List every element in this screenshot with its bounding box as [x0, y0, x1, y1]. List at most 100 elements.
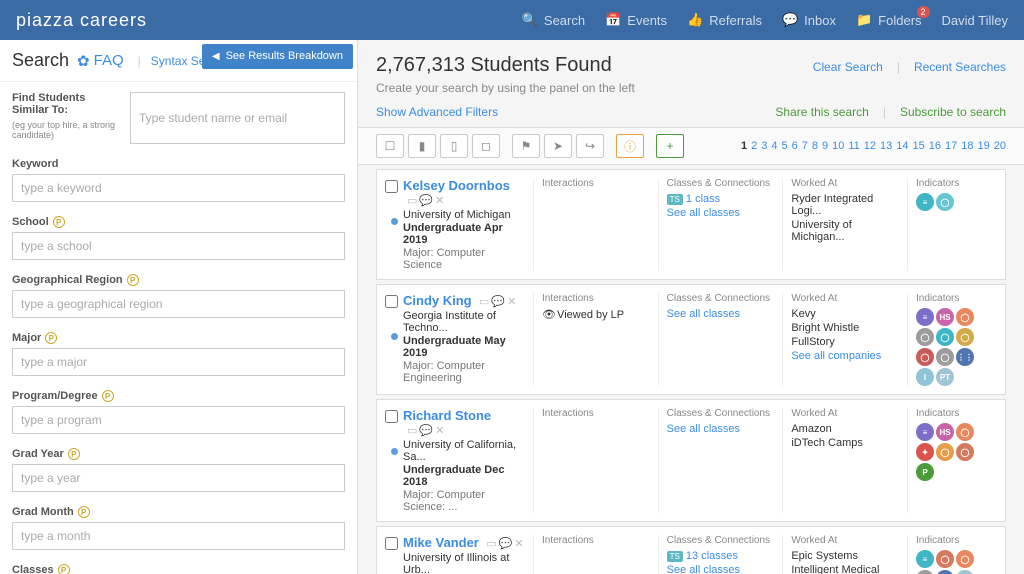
indicator-badge[interactable]: ≡	[916, 550, 934, 568]
chat-icon[interactable]: 💬	[499, 537, 513, 550]
user-menu[interactable]: David Tilley	[942, 13, 1008, 28]
close-icon[interactable]: ✕	[435, 424, 444, 437]
nav-events[interactable]: 📅Events	[605, 12, 667, 28]
document-tool-icon[interactable]: ▯	[440, 134, 468, 158]
chat-icon[interactable]: 💬	[491, 295, 505, 308]
note-icon[interactable]: ▭	[486, 537, 496, 550]
row-checkbox[interactable]	[385, 295, 398, 308]
filter-input-keyword[interactable]	[12, 174, 345, 202]
filter-input-grad-year[interactable]	[12, 464, 345, 492]
page-4[interactable]: 4	[771, 140, 777, 152]
see-all-classes-link[interactable]: See all classes	[667, 564, 775, 574]
note-icon[interactable]: ▭	[479, 295, 489, 308]
chat-icon[interactable]: 💬	[419, 194, 433, 207]
indicator-badge[interactable]: HS	[936, 308, 954, 326]
indicator-badge[interactable]: ⋮⋮	[936, 570, 954, 574]
indicator-badge[interactable]: ◯	[956, 308, 974, 326]
student-name-link[interactable]: Cindy King	[403, 293, 472, 308]
nav-inbox[interactable]: 💬Inbox	[782, 12, 836, 28]
indicator-badge[interactable]: ◯	[936, 348, 954, 366]
indicator-badge[interactable]: ◯	[936, 550, 954, 568]
page-13[interactable]: 13	[880, 140, 892, 152]
indicator-badge[interactable]: PT	[956, 570, 974, 574]
indicator-badge[interactable]: ◯	[956, 423, 974, 441]
see-all-companies-link[interactable]: See all companies	[791, 350, 899, 362]
page-9[interactable]: 9	[822, 140, 828, 152]
select-all-checkbox[interactable]: ☐	[376, 134, 404, 158]
indicator-badge[interactable]: HS	[936, 423, 954, 441]
indicator-badge[interactable]: ◯	[916, 570, 934, 574]
close-icon[interactable]: ✕	[514, 537, 523, 550]
send-tool-icon[interactable]: ➤	[544, 134, 572, 158]
student-name-link[interactable]: Kelsey Doornbos	[403, 178, 510, 193]
student-name-link[interactable]: Mike Vander	[403, 535, 479, 550]
page-7[interactable]: 7	[802, 140, 808, 152]
indicator-badge[interactable]: ◯	[916, 328, 934, 346]
indicator-badge[interactable]: ◯	[956, 443, 974, 461]
subscribe-search-link[interactable]: Subscribe to search	[900, 105, 1006, 119]
indicator-badge[interactable]: ◯	[936, 443, 954, 461]
see-all-classes-link[interactable]: See all classes	[667, 423, 775, 435]
page-6[interactable]: 6	[792, 140, 798, 152]
page-19[interactable]: 19	[978, 140, 990, 152]
page-10[interactable]: 10	[832, 140, 844, 152]
indicator-badge[interactable]: ≡	[916, 308, 934, 326]
class-count-link[interactable]: 1 class	[686, 193, 720, 205]
close-icon[interactable]: ✕	[435, 194, 444, 207]
page-2[interactable]: 2	[751, 140, 757, 152]
nav-folders[interactable]: 📁Folders2	[856, 12, 922, 28]
nav-search[interactable]: 🔍Search	[522, 12, 585, 28]
filter-input-grad-month[interactable]	[12, 522, 345, 550]
page-15[interactable]: 15	[913, 140, 925, 152]
page-8[interactable]: 8	[812, 140, 818, 152]
indicator-badge[interactable]: ✦	[916, 443, 934, 461]
folder-tool-icon[interactable]: ▮	[408, 134, 436, 158]
bookmark-tool-icon[interactable]: ◻	[472, 134, 500, 158]
row-checkbox[interactable]	[385, 180, 398, 193]
filter-input-program-degree[interactable]	[12, 406, 345, 434]
share-tool-icon[interactable]: ↪	[576, 134, 604, 158]
page-14[interactable]: 14	[896, 140, 908, 152]
indicator-badge[interactable]: ◯	[956, 550, 974, 568]
chat-icon[interactable]: 💬	[419, 424, 433, 437]
nav-referrals[interactable]: 👍Referrals	[687, 12, 762, 28]
flag-tool-icon[interactable]: ⚑	[512, 134, 540, 158]
share-search-link[interactable]: Share this search	[775, 105, 868, 119]
page-12[interactable]: 12	[864, 140, 876, 152]
filter-input-major[interactable]	[12, 348, 345, 376]
page-17[interactable]: 17	[945, 140, 957, 152]
indicator-badge[interactable]: I	[916, 368, 934, 386]
indicator-badge[interactable]: ◯	[956, 328, 974, 346]
student-name-link[interactable]: Richard Stone	[403, 408, 491, 423]
see-results-breakdown-button[interactable]: See Results Breakdown	[202, 44, 353, 69]
recent-searches-link[interactable]: Recent Searches	[914, 60, 1006, 74]
page-18[interactable]: 18	[961, 140, 973, 152]
indicator-badge[interactable]: PT	[936, 368, 954, 386]
indicator-badge[interactable]: P	[916, 463, 934, 481]
page-16[interactable]: 16	[929, 140, 941, 152]
info-tool-icon[interactable]: ⓘ	[616, 134, 644, 158]
advanced-filters-link[interactable]: Show Advanced Filters	[376, 105, 498, 119]
clear-search-link[interactable]: Clear Search	[813, 60, 883, 74]
faq-link[interactable]: ✿ FAQ	[77, 52, 124, 70]
filter-input-geographical-region[interactable]	[12, 290, 345, 318]
page-5[interactable]: 5	[781, 140, 787, 152]
filter-input-school[interactable]	[12, 232, 345, 260]
note-icon[interactable]: ▭	[407, 424, 417, 437]
indicator-badge[interactable]: ◯	[936, 328, 954, 346]
add-person-tool-icon[interactable]: +	[656, 134, 684, 158]
see-all-classes-link[interactable]: See all classes	[667, 308, 775, 320]
indicator-badge[interactable]: ≡	[916, 193, 934, 211]
page-11[interactable]: 11	[848, 140, 859, 152]
indicator-badge[interactable]: ◯	[936, 193, 954, 211]
class-count-link[interactable]: 13 classes	[686, 550, 738, 562]
see-all-classes-link[interactable]: See all classes	[667, 207, 775, 219]
similar-input[interactable]	[130, 92, 345, 144]
note-icon[interactable]: ▭	[407, 194, 417, 207]
indicator-badge[interactable]: ≡	[916, 423, 934, 441]
filter-scroll[interactable]: Find Students Similar To: (eg your top h…	[0, 82, 357, 574]
indicator-badge[interactable]: ⋮⋮	[956, 348, 974, 366]
page-20[interactable]: 20	[994, 140, 1006, 152]
row-checkbox[interactable]	[385, 537, 398, 550]
close-icon[interactable]: ✕	[507, 295, 516, 308]
